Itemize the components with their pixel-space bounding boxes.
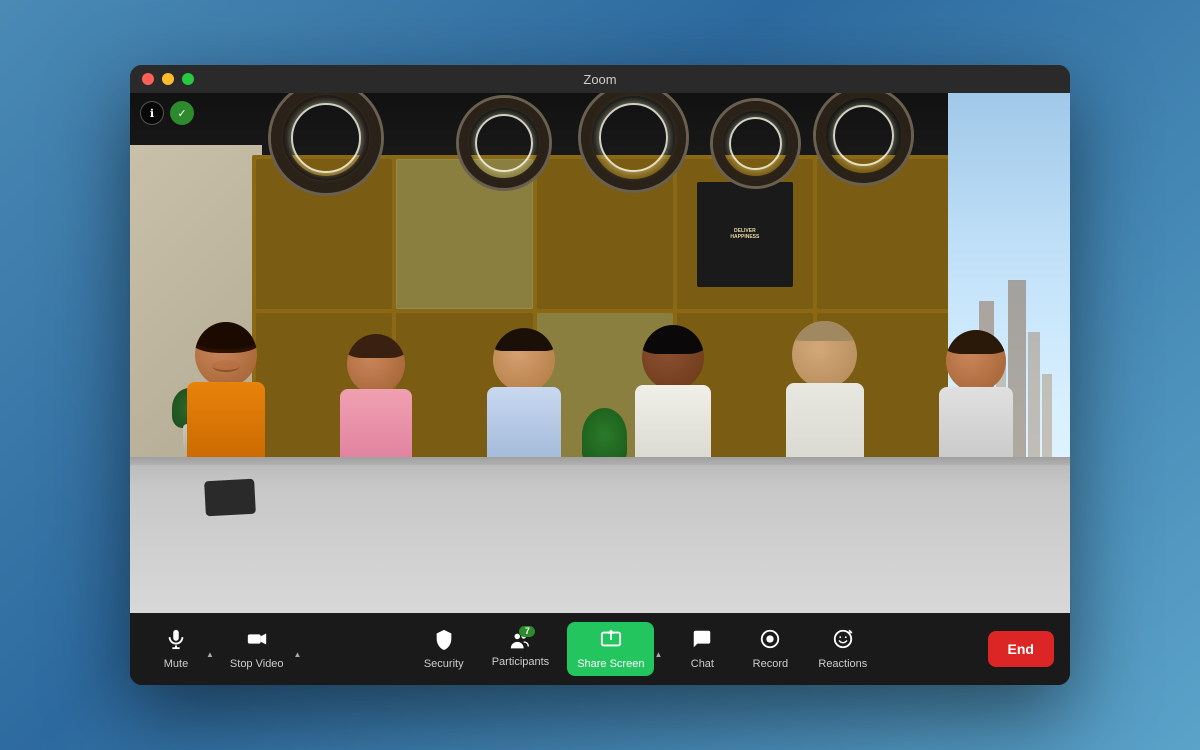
chat-button[interactable]: Chat: [672, 622, 732, 676]
info-icon-button[interactable]: ℹ: [140, 101, 164, 125]
minimize-button[interactable]: [162, 73, 174, 85]
toolbar: Mute ▲ Stop Video ▲: [130, 613, 1070, 685]
participants-label: Participants: [492, 656, 549, 668]
info-icon: ℹ: [150, 107, 154, 120]
microphone-icon: [165, 628, 187, 654]
maximize-button[interactable]: [182, 73, 194, 85]
toolbar-right-controls: End: [988, 631, 1054, 667]
share-screen-label: Share Screen: [577, 658, 644, 670]
window-title: Zoom: [583, 72, 616, 87]
security-button[interactable]: Security: [414, 622, 474, 676]
camera-icon: [246, 628, 268, 654]
ceiling-light-2: [459, 98, 549, 188]
stop-video-label: Stop Video: [230, 658, 284, 670]
meeting-room-scene: DELIVERHAPPINESS: [130, 93, 1070, 613]
mute-arrow[interactable]: ▲: [206, 634, 216, 665]
video-control: Stop Video ▲: [220, 622, 304, 676]
share-screen-icon: [600, 628, 622, 654]
stop-video-button[interactable]: Stop Video: [220, 622, 294, 676]
titlebar: Zoom: [130, 65, 1070, 93]
video-arrow[interactable]: ▲: [294, 634, 304, 665]
mute-button[interactable]: Mute: [146, 622, 206, 676]
top-icons-overlay: ℹ ✓: [140, 101, 194, 125]
conference-table: [130, 457, 1070, 613]
chat-label: Chat: [691, 658, 714, 670]
toolbar-left-controls: Mute ▲ Stop Video ▲: [146, 622, 303, 676]
participants-badge: 7: [519, 626, 535, 637]
participants-button[interactable]: 7 Participants: [482, 624, 559, 674]
participants-row: [130, 321, 1070, 467]
ceiling-light-4: [713, 101, 798, 186]
reactions-icon: [832, 628, 854, 654]
mute-control: Mute ▲: [146, 622, 216, 676]
record-button[interactable]: Record: [740, 622, 800, 676]
person-5: [786, 321, 864, 467]
person-3: [487, 328, 561, 467]
close-button[interactable]: [142, 73, 154, 85]
shield-check-icon: ✓: [177, 107, 186, 120]
share-screen-button[interactable]: Share Screen: [567, 622, 654, 676]
reactions-label: Reactions: [818, 658, 867, 670]
record-icon: [759, 628, 781, 654]
video-area: DELIVERHAPPINESS: [130, 93, 1070, 613]
tablet: [204, 479, 256, 517]
end-button[interactable]: End: [988, 631, 1054, 667]
share-arrow[interactable]: ▲: [654, 634, 664, 665]
security-icon: [433, 628, 455, 654]
share-screen-control: Share Screen ▲: [567, 622, 664, 676]
chat-icon: [691, 628, 713, 654]
person-4: [635, 325, 711, 467]
security-label: Security: [424, 658, 464, 670]
window-controls: [142, 73, 194, 85]
record-label: Record: [753, 658, 788, 670]
reactions-button[interactable]: Reactions: [808, 622, 877, 676]
mute-label: Mute: [164, 658, 188, 670]
toolbar-center-controls: Security 7 Participants: [303, 622, 987, 676]
zoom-window: Zoom: [130, 65, 1070, 685]
participants-icon: 7: [509, 630, 531, 652]
person-2: [340, 334, 412, 467]
shield-icon-button[interactable]: ✓: [170, 101, 194, 125]
person-1: [187, 322, 265, 467]
person-6: [939, 330, 1013, 467]
